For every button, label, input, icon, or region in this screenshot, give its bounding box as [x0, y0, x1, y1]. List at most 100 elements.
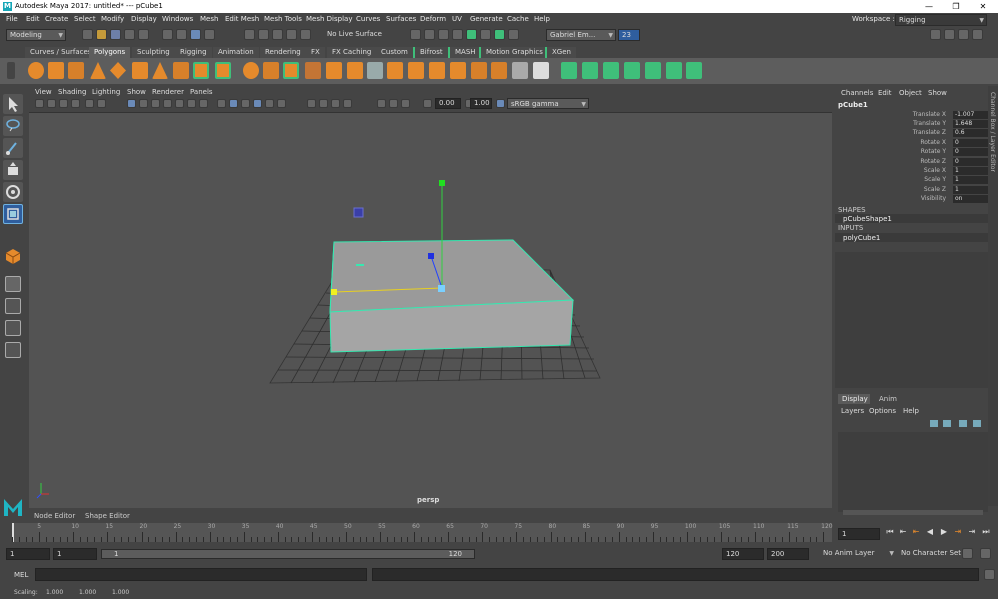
- bookmark-icon[interactable]: [59, 99, 68, 108]
- attr-value-field[interactable]: 1: [953, 167, 988, 175]
- cylindrical-map-icon[interactable]: [603, 62, 619, 79]
- svg-tool-icon[interactable]: [215, 62, 231, 79]
- menu-uv[interactable]: UV: [452, 15, 462, 23]
- menu-file[interactable]: File: [6, 15, 18, 23]
- mirror-icon[interactable]: [326, 62, 342, 79]
- snap-point-icon[interactable]: [272, 29, 283, 40]
- smooth-shade-icon[interactable]: [229, 99, 238, 108]
- lasso-tool-icon[interactable]: [3, 116, 23, 136]
- camera-attributes-icon[interactable]: [47, 99, 56, 108]
- mel-input[interactable]: [35, 568, 367, 581]
- gate-mask-icon[interactable]: [163, 99, 172, 108]
- scene-canvas[interactable]: persp: [29, 113, 832, 508]
- automatic-map-icon[interactable]: [645, 62, 661, 79]
- auto-key-icon[interactable]: [962, 548, 973, 559]
- merge-icon[interactable]: [408, 62, 424, 79]
- toggle-modeling-toolkit-icon[interactable]: [930, 29, 941, 40]
- live-surface-field[interactable]: No Live Surface: [324, 29, 382, 41]
- anti-aliasing-icon[interactable]: [331, 99, 340, 108]
- attr-value-field[interactable]: 1: [953, 186, 988, 194]
- anim-layer-dropdown[interactable]: No Anim Layer ▼: [820, 548, 896, 560]
- scale-tool-icon[interactable]: [3, 204, 23, 224]
- save-scene-icon[interactable]: [110, 29, 121, 40]
- poly-pipe-icon[interactable]: [173, 62, 189, 79]
- new-layer-selected-icon[interactable]: [973, 420, 981, 427]
- shelf-tab-curves-surfaces[interactable]: Curves / Surfaces: [25, 47, 97, 58]
- toggle-attribute-editor-icon[interactable]: [944, 29, 955, 40]
- fill-hole-icon[interactable]: [429, 62, 445, 79]
- shelf-tab-xgen[interactable]: XGen: [545, 47, 576, 58]
- playback-end-field[interactable]: 120: [722, 548, 764, 560]
- move-tool-icon[interactable]: [3, 160, 23, 180]
- menu-select[interactable]: Select: [74, 15, 96, 23]
- 2d-pan-zoom-icon[interactable]: [85, 99, 94, 108]
- shelf-menu-icon[interactable]: [7, 62, 15, 79]
- menu-cache[interactable]: Cache: [507, 15, 529, 23]
- modeling-toolkit-icon[interactable]: [494, 29, 505, 40]
- checker-map-icon[interactable]: [666, 62, 682, 79]
- select-tool-icon[interactable]: [3, 94, 23, 114]
- perspective-viewport[interactable]: persp: [29, 112, 832, 508]
- boolean-icon[interactable]: [305, 62, 321, 79]
- move-layer-up-icon[interactable]: [930, 420, 938, 427]
- range-slider[interactable]: 1 120: [101, 549, 475, 559]
- channel-menu-channels[interactable]: Channels: [841, 89, 873, 97]
- menu-create[interactable]: Create: [45, 15, 68, 23]
- paint-select-tool-icon[interactable]: [3, 138, 23, 158]
- safe-title-icon[interactable]: [199, 99, 208, 108]
- redo-icon[interactable]: [138, 29, 149, 40]
- menu-generate[interactable]: Generate: [470, 15, 503, 23]
- xray-joints-icon[interactable]: [401, 99, 410, 108]
- bridge-icon[interactable]: [367, 62, 383, 79]
- single-perspective-layout-icon[interactable]: [5, 276, 21, 292]
- layer-menu-layers[interactable]: Layers: [841, 407, 864, 415]
- four-view-layout-icon[interactable]: [5, 298, 21, 314]
- attr-value-field[interactable]: -1.007: [953, 111, 988, 119]
- exposure-field[interactable]: 0.00: [435, 98, 461, 109]
- menuset-dropdown[interactable]: Modeling ▼: [6, 29, 66, 41]
- depth-of-field-icon[interactable]: [343, 99, 352, 108]
- extrude-icon[interactable]: [347, 62, 363, 79]
- grid-toggle-icon[interactable]: [127, 99, 136, 108]
- step-forward-key-icon[interactable]: ⇥: [953, 527, 963, 537]
- select-hierarchy-icon[interactable]: [162, 29, 173, 40]
- shelf-tab-animation[interactable]: Animation: [213, 47, 259, 58]
- shadows-icon[interactable]: [277, 99, 286, 108]
- maximize-button[interactable]: ❐: [943, 0, 969, 13]
- toggle-channel-box-icon[interactable]: [972, 29, 983, 40]
- manip-center-handle[interactable]: [438, 285, 445, 292]
- rotate-tool-icon[interactable]: [3, 182, 23, 202]
- poly-pyramid-icon[interactable]: [152, 62, 168, 79]
- viewport-menu-view[interactable]: View: [35, 88, 52, 96]
- render-view-icon[interactable]: [410, 29, 421, 40]
- lock-selection-icon[interactable]: [204, 29, 215, 40]
- go-to-start-icon[interactable]: ⏮: [885, 527, 895, 537]
- move-layer-down-icon[interactable]: [943, 420, 951, 427]
- color-management-icon[interactable]: [496, 99, 505, 108]
- hypershade-icon[interactable]: [466, 29, 477, 40]
- toggle-tool-settings-icon[interactable]: [958, 29, 969, 40]
- manip-z-handle[interactable]: [428, 253, 434, 259]
- poly-plane-icon[interactable]: [132, 62, 148, 79]
- new-empty-layer-icon[interactable]: [959, 420, 967, 427]
- script-editor-icon[interactable]: [984, 569, 995, 580]
- viewport-menu-show[interactable]: Show: [127, 88, 146, 96]
- shelf-tab-custom[interactable]: Custom: [376, 47, 413, 58]
- go-to-end-icon[interactable]: ⏭: [981, 527, 991, 537]
- planar-map-icon[interactable]: [582, 62, 598, 79]
- tab-node-editor[interactable]: Node Editor: [34, 512, 75, 520]
- make-live-icon[interactable]: [300, 29, 311, 40]
- attr-value-field[interactable]: 0.6: [953, 129, 988, 137]
- textured-icon[interactable]: [253, 99, 262, 108]
- spherical-map-icon[interactable]: [624, 62, 640, 79]
- persp-outliner-layout-icon[interactable]: [5, 320, 21, 336]
- view-transform-dropdown[interactable]: sRGB gamma ▼: [507, 98, 589, 109]
- attr-value-field[interactable]: 0: [953, 158, 988, 166]
- render-settings-icon[interactable]: [452, 29, 463, 40]
- shape-node-row[interactable]: pCubeShape1: [835, 214, 988, 223]
- attr-value-field[interactable]: 1: [953, 176, 988, 184]
- channel-menu-edit[interactable]: Edit: [878, 89, 892, 97]
- layer-scrollbar[interactable]: [843, 510, 983, 515]
- menu-curves[interactable]: Curves: [356, 15, 380, 23]
- shelf-tab-bifrost[interactable]: Bifrost: [413, 47, 448, 58]
